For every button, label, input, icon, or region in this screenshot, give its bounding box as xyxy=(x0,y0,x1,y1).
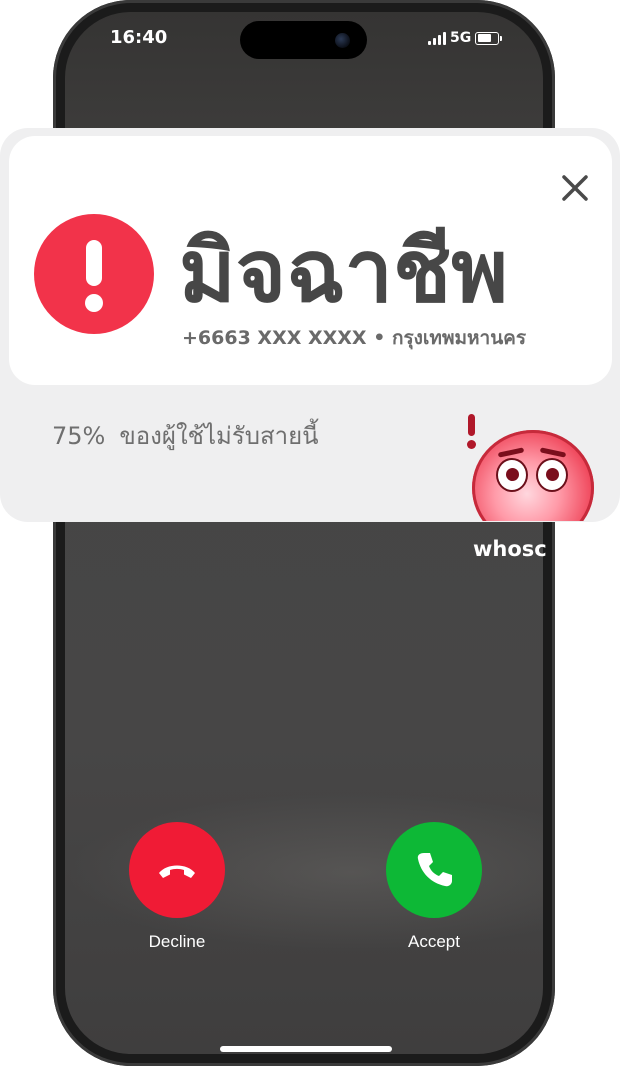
reject-percent: 75% xyxy=(52,422,106,450)
status-indicators: 5G xyxy=(428,27,503,49)
reject-statistic: 75% ของผู้ใช้ไม่รับสายนี้ xyxy=(52,418,319,454)
alarmed-face-mascot-icon xyxy=(460,420,620,521)
signal-bars-icon xyxy=(428,31,446,45)
decline-label: Decline xyxy=(148,932,206,951)
phone-icon xyxy=(417,853,452,887)
dynamic-island xyxy=(240,21,367,59)
home-indicator[interactable] xyxy=(220,1046,392,1052)
close-icon xyxy=(562,175,588,201)
reject-statistic-text: ของผู้ใช้ไม่รับสายนี้ xyxy=(119,422,319,450)
hang-up-phone-icon xyxy=(159,865,195,878)
alert-header-panel: มิจฉาชีพ +6663 XXX XXXX • กรุงเทพมหานคร xyxy=(9,136,612,385)
page: 16:40 5G มิจฉาชีพ +6663 XXX XXXX • กรุงเ… xyxy=(0,0,620,1066)
caller-number-location: +6663 XXX XXXX • กรุงเทพมหานคร xyxy=(182,327,527,349)
front-camera-icon xyxy=(335,33,350,48)
accept-button[interactable] xyxy=(386,822,482,918)
exclamation-circle-icon xyxy=(34,214,154,334)
status-time: 16:40 xyxy=(110,27,168,48)
decline-button[interactable] xyxy=(129,822,225,918)
accept-label: Accept xyxy=(408,932,460,951)
close-button[interactable] xyxy=(555,168,595,208)
caller-label: มิจฉาชีพ xyxy=(179,222,509,322)
network-type: 5G xyxy=(450,30,472,46)
battery-icon xyxy=(475,31,503,45)
brand-logo-text: whosc xyxy=(473,537,547,561)
